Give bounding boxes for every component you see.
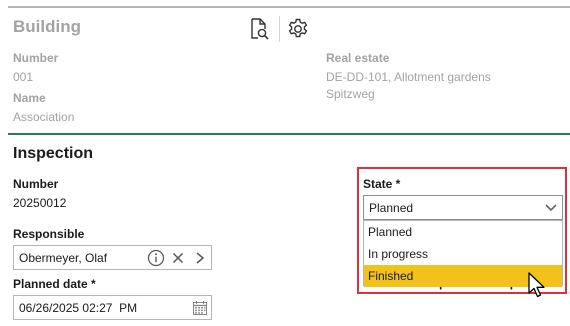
info-icon [147, 249, 165, 266]
section-divider [8, 133, 570, 135]
inspection-title: Inspection [13, 145, 94, 162]
state-option-in-progress[interactable]: In progress [364, 243, 562, 265]
chevron-down-icon [545, 203, 557, 211]
responsible-value: Obermeyer, Olaf [19, 250, 108, 265]
planned-date-value: 06/26/2025 02:27 PM [19, 300, 138, 315]
inspection-number-value: 20250012 [13, 196, 67, 210]
preview-button[interactable] [246, 16, 272, 42]
state-option-planned[interactable]: Planned [364, 221, 562, 243]
open-details-button[interactable] [189, 246, 211, 269]
building-title: Building [13, 17, 81, 36]
state-label: State * [363, 177, 401, 191]
top-divider [8, 6, 570, 8]
state-select[interactable]: Planned [363, 195, 563, 220]
building-name-label: Name [13, 91, 46, 105]
inspection-number-label: Number [13, 177, 59, 191]
real-estate-value-line1: DE-DD-101, Allotment gardens [326, 70, 491, 84]
chevron-right-icon [196, 251, 205, 264]
settings-button[interactable] [285, 16, 311, 42]
real-estate-value-line2: Spitzweg [326, 87, 375, 101]
gear-icon [288, 18, 308, 38]
calendar-icon [193, 300, 207, 315]
building-number-label: Number [13, 51, 59, 65]
responsible-label: Responsible [13, 227, 85, 241]
state-dropdown-toggle[interactable] [540, 196, 562, 219]
calendar-button[interactable] [189, 296, 211, 319]
real-estate-label: Real estate [326, 51, 390, 65]
responsible-field[interactable]: Obermeyer, Olaf [13, 245, 212, 270]
toolbar-separator [279, 16, 280, 42]
mouse-cursor-icon [528, 272, 545, 298]
building-name-value: Association [13, 110, 75, 124]
building-number-value: 001 [13, 70, 34, 84]
planned-date-field[interactable]: 06/26/2025 02:27 PM [13, 295, 212, 320]
state-selected-value: Planned [369, 200, 414, 215]
clear-button[interactable] [167, 246, 189, 269]
document-search-icon [251, 18, 269, 40]
info-button[interactable] [145, 246, 167, 269]
planned-date-label: Planned date * [13, 277, 96, 291]
close-icon [172, 252, 184, 263]
